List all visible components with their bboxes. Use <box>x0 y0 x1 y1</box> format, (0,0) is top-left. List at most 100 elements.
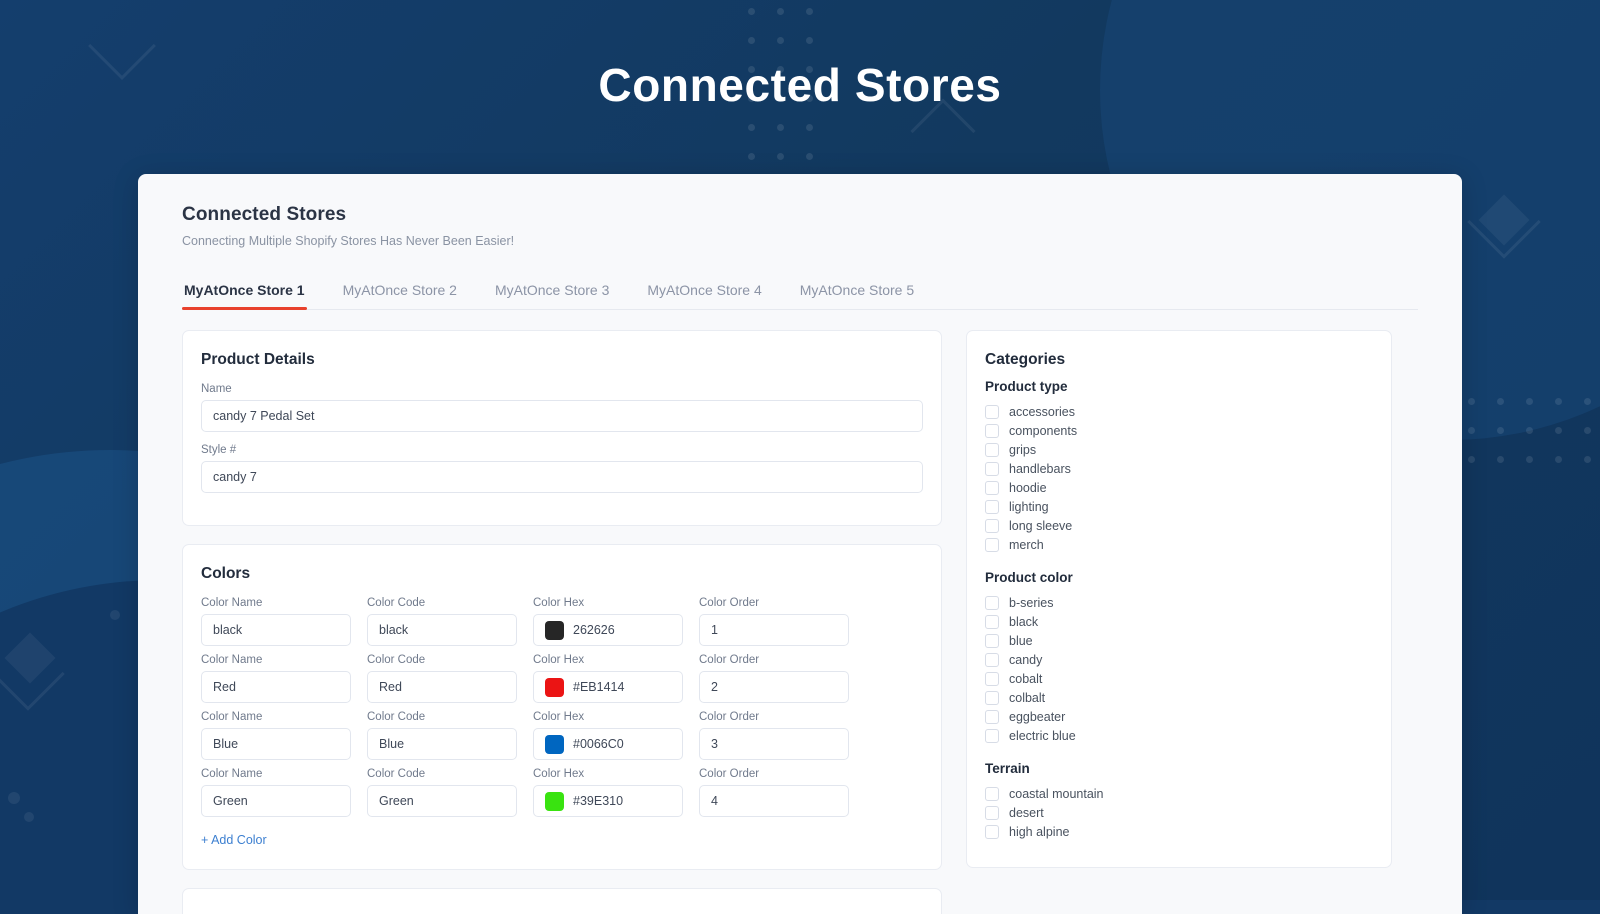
checkbox-icon[interactable] <box>985 461 999 476</box>
color-order-input[interactable]: 4 <box>699 785 849 817</box>
color-name-cell: Color Name Red <box>201 654 351 703</box>
color-hex-input[interactable]: #EB1414 <box>533 671 683 703</box>
checkbox-icon[interactable] <box>985 824 999 839</box>
color-hex-value: #39E310 <box>573 794 624 808</box>
colors-card: Colors Color Name black Color Code black Col… <box>182 544 942 870</box>
color-order-input[interactable]: 1 <box>699 614 849 646</box>
color-hex-input[interactable]: #0066C0 <box>533 728 683 760</box>
checkbox-icon[interactable] <box>985 537 999 552</box>
checkbox-icon[interactable] <box>985 595 999 610</box>
category-checkbox-item[interactable]: components <box>985 421 1373 440</box>
category-item-label: components <box>1009 423 1078 438</box>
category-group-title: Product color <box>985 570 1073 585</box>
color-code-input[interactable]: Green <box>367 785 517 817</box>
product-field-input[interactable]: candy 7 Pedal Set <box>201 400 923 432</box>
category-checkbox-item[interactable]: eggbeater <box>985 707 1373 726</box>
product-field: Style # candy 7 <box>201 444 923 493</box>
category-item-label: grips <box>1009 442 1037 457</box>
color-row: Color Name Green Color Code Green Color Hex #… <box>201 768 923 817</box>
tab-store-4[interactable]: MyAtOnce Store 4 <box>645 274 763 309</box>
category-item-label: long sleeve <box>1009 518 1073 533</box>
checkbox-icon[interactable] <box>985 614 999 629</box>
color-order-input[interactable]: 3 <box>699 728 849 760</box>
checkbox-icon[interactable] <box>985 671 999 686</box>
category-item-label: lighting <box>1009 499 1049 514</box>
color-swatch[interactable] <box>545 620 564 640</box>
tab-store-2[interactable]: MyAtOnce Store 2 <box>341 274 459 309</box>
product-field-input[interactable]: candy 7 <box>201 461 923 493</box>
category-checkbox-item[interactable]: grips <box>985 440 1373 459</box>
hero-title: Connected Stores <box>598 59 1002 111</box>
category-checkbox-item[interactable]: b-series <box>985 593 1373 612</box>
checkbox-icon[interactable] <box>985 480 999 495</box>
color-swatch[interactable] <box>545 791 564 811</box>
checkbox-icon[interactable] <box>985 690 999 705</box>
category-item-label: accessories <box>1009 404 1075 419</box>
checkbox-icon[interactable] <box>985 518 999 533</box>
category-checkbox-item[interactable]: lighting <box>985 497 1373 516</box>
add-color-button[interactable]: + Add Color <box>201 833 267 847</box>
color-code-input[interactable]: Red <box>367 671 517 703</box>
tab-store-3[interactable]: MyAtOnce Store 3 <box>493 274 611 309</box>
checkbox-icon[interactable] <box>985 652 999 667</box>
color-order-label: Color Order <box>699 768 760 780</box>
color-code-input[interactable]: Blue <box>367 728 517 760</box>
category-item-label: handlebars <box>1009 461 1071 476</box>
category-checkbox-item[interactable]: long sleeve <box>985 516 1373 535</box>
color-name-input[interactable]: Green <box>201 785 351 817</box>
category-checkbox-item[interactable]: handlebars <box>985 459 1373 478</box>
checkbox-icon[interactable] <box>985 728 999 743</box>
color-hex-value: #EB1414 <box>573 680 625 694</box>
checkbox-icon[interactable] <box>985 442 999 457</box>
checkbox-icon[interactable] <box>985 423 999 438</box>
color-hex-input[interactable]: #39E310 <box>533 785 683 817</box>
color-hex-input[interactable]: 262626 <box>533 614 683 646</box>
connected-stores-panel: Connected Stores Connecting Multiple Sho… <box>138 174 1462 914</box>
checkbox-icon[interactable] <box>985 499 999 514</box>
color-name-input[interactable]: Red <box>201 671 351 703</box>
color-swatch[interactable] <box>545 677 564 697</box>
color-hex-value: #0066C0 <box>573 737 624 751</box>
category-checkbox-item[interactable]: merch <box>985 535 1373 554</box>
category-checkbox-item[interactable]: accessories <box>985 402 1373 421</box>
category-group-title: Terrain <box>985 761 1030 776</box>
color-name-cell: Color Name Blue <box>201 711 351 760</box>
checkbox-icon[interactable] <box>985 404 999 419</box>
category-checkbox-item[interactable]: electric blue <box>985 726 1373 745</box>
color-name-cell: Color Name black <box>201 597 351 646</box>
category-item-label: blue <box>1009 633 1033 648</box>
next-card-partial <box>182 888 942 914</box>
category-checkbox-item[interactable]: candy <box>985 650 1373 669</box>
category-item-label: eggbeater <box>1009 709 1066 724</box>
checkbox-icon[interactable] <box>985 786 999 801</box>
category-checkbox-item[interactable]: desert <box>985 803 1373 822</box>
color-code-input[interactable]: black <box>367 614 517 646</box>
color-name-input[interactable]: black <box>201 614 351 646</box>
color-hex-cell: Color Hex #39E310 <box>533 768 683 817</box>
colors-rows: Color Name black Color Code black Color Hex 2… <box>201 597 923 817</box>
tab-store-5[interactable]: MyAtOnce Store 5 <box>798 274 916 309</box>
checkbox-icon[interactable] <box>985 709 999 724</box>
category-checkbox-item[interactable]: colbalt <box>985 688 1373 707</box>
checkbox-icon[interactable] <box>985 805 999 820</box>
page-title: Connected Stores <box>182 204 347 225</box>
category-checkbox-item[interactable]: blue <box>985 631 1373 650</box>
checkbox-icon[interactable] <box>985 633 999 648</box>
category-item-label: hoodie <box>1009 480 1047 495</box>
category-group: Terrain coastal mountain desert high alpine <box>985 761 1373 841</box>
category-checkbox-item[interactable]: hoodie <box>985 478 1373 497</box>
category-checkbox-item[interactable]: high alpine <box>985 822 1373 841</box>
category-checkbox-item[interactable]: coastal mountain <box>985 784 1373 803</box>
category-item-label: candy <box>1009 652 1043 667</box>
category-checkbox-item[interactable]: cobalt <box>985 669 1373 688</box>
tab-store-1[interactable]: MyAtOnce Store 1 <box>182 274 307 310</box>
category-checkbox-item[interactable]: black <box>985 612 1373 631</box>
color-row: Color Name Red Color Code Red Color Hex #EB14… <box>201 654 923 703</box>
left-column: Product Details Name candy 7 Pedal Set Sty… <box>182 330 942 914</box>
category-item-label: high alpine <box>1009 824 1070 839</box>
color-name-input[interactable]: Blue <box>201 728 351 760</box>
category-group-title: Product type <box>985 379 1068 394</box>
color-hex-label: Color Hex <box>533 597 585 609</box>
color-swatch[interactable] <box>545 734 564 754</box>
color-order-input[interactable]: 2 <box>699 671 849 703</box>
